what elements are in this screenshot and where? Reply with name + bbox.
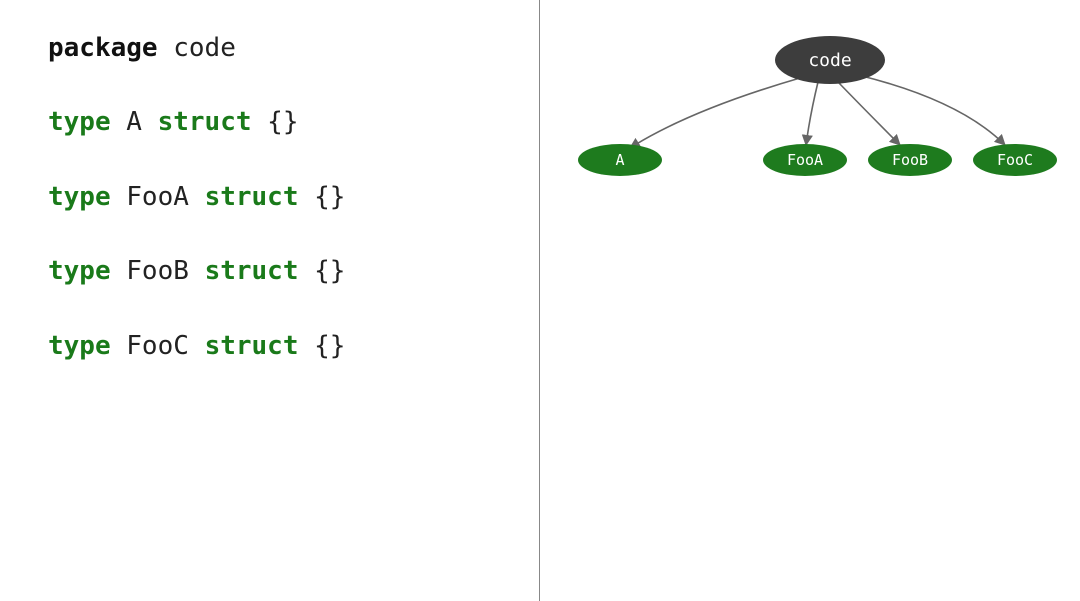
type-name: FooC bbox=[126, 331, 189, 361]
keyword-struct: struct bbox=[158, 107, 252, 137]
edge bbox=[630, 78, 800, 148]
type-name: FooA bbox=[126, 182, 189, 212]
package-decl: package code bbox=[48, 30, 539, 66]
package-name: code bbox=[173, 33, 236, 63]
graph-node: A bbox=[578, 144, 662, 176]
node-label: FooB bbox=[892, 151, 928, 169]
node-label: code bbox=[808, 50, 851, 71]
keyword-type: type bbox=[48, 107, 111, 137]
keyword-type: type bbox=[48, 331, 111, 361]
braces: {} bbox=[314, 256, 345, 286]
graph-node: FooC bbox=[973, 144, 1057, 176]
type-decl: type FooB struct {} bbox=[48, 253, 539, 289]
keyword-package: package bbox=[48, 33, 158, 63]
node-label: FooA bbox=[787, 151, 823, 169]
type-decl: type FooA struct {} bbox=[48, 179, 539, 215]
type-decl: type FooC struct {} bbox=[48, 328, 539, 364]
graph-node: FooB bbox=[868, 144, 952, 176]
type-name: A bbox=[126, 107, 142, 137]
graph-edges bbox=[630, 75, 1005, 148]
edge bbox=[858, 75, 1005, 145]
graph-panel: code A FooA FooB FooC bbox=[540, 0, 1080, 601]
graph-node: FooA bbox=[763, 144, 847, 176]
edge bbox=[806, 82, 818, 145]
edge bbox=[838, 82, 900, 145]
keyword-struct: struct bbox=[205, 182, 299, 212]
keyword-type: type bbox=[48, 182, 111, 212]
keyword-type: type bbox=[48, 256, 111, 286]
keyword-struct: struct bbox=[205, 331, 299, 361]
dependency-graph: code A FooA FooB FooC bbox=[540, 20, 1080, 280]
node-label: FooC bbox=[997, 151, 1033, 169]
keyword-struct: struct bbox=[205, 256, 299, 286]
type-decl: type A struct {} bbox=[48, 104, 539, 140]
code-panel: package code type A struct {} type FooA … bbox=[0, 0, 540, 601]
braces: {} bbox=[267, 107, 298, 137]
graph-node-root: code bbox=[775, 36, 885, 84]
node-label: A bbox=[615, 151, 624, 169]
braces: {} bbox=[314, 331, 345, 361]
type-name: FooB bbox=[126, 256, 189, 286]
braces: {} bbox=[314, 182, 345, 212]
